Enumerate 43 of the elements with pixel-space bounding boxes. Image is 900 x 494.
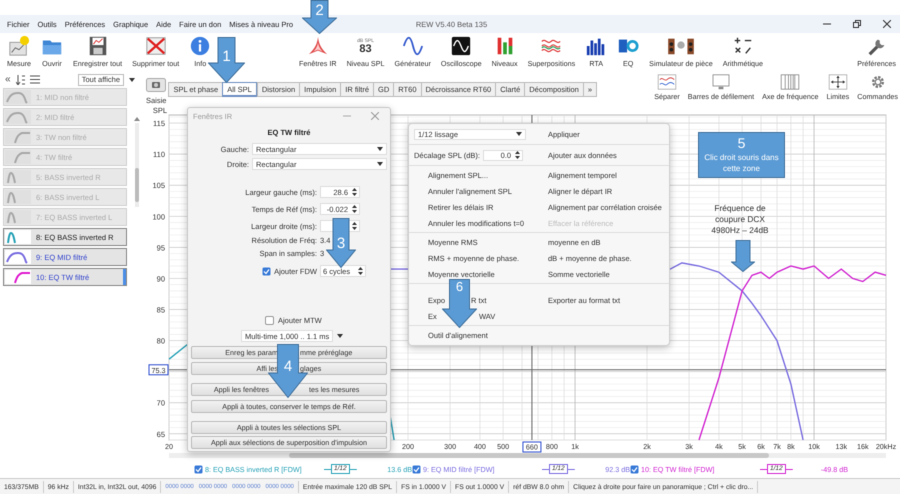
monitor-icon — [710, 74, 731, 90]
spin-icon — [352, 222, 357, 230]
scrollbar[interactable] — [169, 453, 886, 458]
chart-icon — [8, 35, 30, 57]
checkbox[interactable] — [412, 464, 421, 474]
spin-icon — [358, 267, 363, 275]
maximize-icon[interactable] — [853, 20, 861, 28]
oscilloscope-icon — [450, 35, 472, 57]
checkbox[interactable] — [262, 266, 272, 276]
callout-text: Clic droit souris dans cette zone — [704, 153, 780, 174]
checkbox[interactable] — [630, 464, 639, 474]
camera-icon — [146, 78, 166, 92]
sine-wave-icon — [402, 35, 424, 57]
step-number: 5 — [738, 136, 746, 152]
info-icon — [189, 35, 212, 57]
caret-icon — [377, 162, 383, 166]
step-number: 4 — [282, 359, 294, 374]
checkbox[interactable] — [265, 316, 274, 324]
callout-arrow — [731, 240, 755, 272]
spin-icon — [352, 188, 357, 196]
callout-arrow — [302, 0, 337, 34]
vertical-grid-icon — [780, 74, 800, 90]
spin-icon — [352, 205, 357, 213]
checkbox[interactable] — [194, 464, 203, 474]
collapse-button[interactable]: « — [5, 74, 11, 84]
step-number: 1 — [221, 49, 232, 64]
delete-icon — [144, 35, 167, 57]
callout-arrow — [208, 37, 245, 83]
arrows-icon — [828, 74, 848, 90]
split-curves-icon — [657, 74, 677, 90]
sort-icon[interactable] — [16, 74, 25, 84]
menu-icon[interactable] — [30, 75, 40, 84]
step-number: 2 — [314, 3, 325, 18]
spl-value: 83 — [359, 44, 372, 54]
spin-icon — [515, 151, 520, 159]
caret-icon — [516, 132, 522, 136]
step-number: 3 — [336, 236, 346, 251]
caret-icon — [337, 334, 344, 338]
caret-icon — [377, 147, 383, 151]
caret-icon[interactable] — [129, 78, 135, 82]
close-icon[interactable] — [883, 20, 891, 28]
annotation-text: Fréquence de coupure DCX 4980Hz – 24dB — [710, 203, 770, 236]
step-number: 6 — [454, 280, 464, 293]
